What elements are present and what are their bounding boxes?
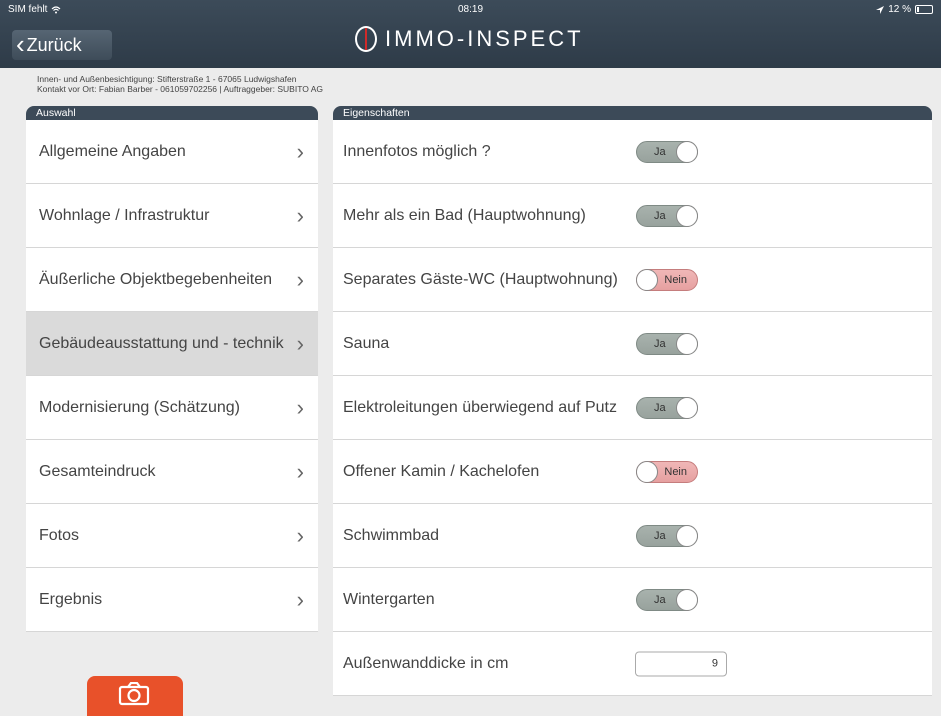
menu-item-gebaeudeausstattung[interactable]: Gebäudeausstattung und - technik › bbox=[26, 312, 318, 376]
toggle-value: Ja bbox=[654, 593, 666, 606]
toggle-knob bbox=[676, 332, 698, 355]
inspection-address: Innen- und Außenbesichtigung: Stifterstr… bbox=[37, 74, 297, 84]
toggle-knob bbox=[676, 204, 698, 227]
location-arrow-icon bbox=[876, 5, 885, 14]
menu-item-allgemeine-angaben[interactable]: Allgemeine Angaben › bbox=[26, 120, 318, 184]
property-toggle[interactable]: Nein bbox=[636, 460, 698, 483]
menu-item-label: Gebäudeausstattung und - technik bbox=[39, 335, 284, 352]
toggle-knob bbox=[636, 268, 658, 291]
inspection-info: Innen- und Außenbesichtigung: Stifterstr… bbox=[37, 74, 323, 94]
menu-item-wohnlage[interactable]: Wohnlage / Infrastruktur › bbox=[26, 184, 318, 248]
properties-header: Eigenschaften bbox=[333, 106, 932, 120]
property-row: Separates Gäste-WC (Hauptwohnung) Nein bbox=[333, 248, 932, 312]
chevron-right-icon: › bbox=[296, 458, 304, 484]
inspection-contact: Kontakt vor Ort: Fabian Barber - 0610597… bbox=[37, 84, 324, 94]
toggle-value: Ja bbox=[654, 401, 666, 414]
toggle-value: Ja bbox=[654, 337, 666, 350]
property-toggle[interactable]: Ja bbox=[636, 524, 698, 547]
property-label: Mehr als ein Bad (Hauptwohnung) bbox=[343, 207, 586, 224]
toggle-knob bbox=[676, 524, 698, 547]
property-toggle[interactable]: Ja bbox=[636, 588, 698, 611]
menu-item-label: Gesamteindruck bbox=[39, 463, 156, 480]
menu-item-label: Fotos bbox=[39, 527, 80, 544]
menu-item-label: Äußerliche Objektbegebenheiten bbox=[39, 271, 273, 288]
property-label: Außenwanddicke in cm bbox=[343, 655, 509, 672]
toggle-value: Ja bbox=[654, 145, 666, 158]
property-toggle[interactable]: Ja bbox=[636, 332, 698, 355]
selection-list: Allgemeine Angaben › Wohnlage / Infrastr… bbox=[26, 120, 318, 632]
toggle-knob bbox=[636, 460, 658, 483]
property-row: Sauna Ja bbox=[333, 312, 932, 376]
menu-item-label: Allgemeine Angaben bbox=[39, 143, 186, 160]
toggle-value: Ja bbox=[654, 529, 666, 542]
back-label: Zurück bbox=[26, 34, 82, 55]
property-label: Wintergarten bbox=[343, 591, 435, 608]
property-row: Elektroleitungen überwiegend auf Putz Ja bbox=[333, 376, 932, 440]
battery-percentage: 12 % bbox=[888, 4, 911, 15]
property-row: Schwimmbad Ja bbox=[333, 504, 932, 568]
camera-button[interactable] bbox=[87, 676, 183, 716]
property-toggle[interactable]: Ja bbox=[636, 204, 698, 227]
status-time: 08:19 bbox=[457, 4, 484, 15]
app-logo: IMMO-INSPECT bbox=[355, 26, 584, 52]
menu-item-label: Ergebnis bbox=[39, 591, 103, 608]
property-row: Offener Kamin / Kachelofen Nein bbox=[333, 440, 932, 504]
status-battery: 12 % bbox=[876, 4, 933, 15]
toggle-value: Nein bbox=[664, 273, 687, 286]
chevron-right-icon: › bbox=[296, 138, 304, 164]
menu-item-modernisierung[interactable]: Modernisierung (Schätzung) › bbox=[26, 376, 318, 440]
property-row: Innenfotos möglich ? Ja bbox=[333, 120, 932, 184]
chevron-right-icon: › bbox=[296, 586, 304, 612]
toggle-value: Nein bbox=[664, 465, 687, 478]
logo-mark-icon bbox=[355, 26, 377, 52]
chevron-left-icon: ‹ bbox=[16, 28, 25, 59]
menu-item-fotos[interactable]: Fotos › bbox=[26, 504, 318, 568]
menu-item-label: Wohnlage / Infrastruktur bbox=[39, 207, 210, 224]
menu-item-ergebnis[interactable]: Ergebnis › bbox=[26, 568, 318, 632]
menu-item-label: Modernisierung (Schätzung) bbox=[39, 399, 240, 416]
property-label: Offener Kamin / Kachelofen bbox=[343, 463, 540, 480]
property-label: Separates Gäste-WC (Hauptwohnung) bbox=[343, 271, 618, 288]
toggle-knob bbox=[676, 588, 698, 611]
chevron-right-icon: › bbox=[296, 330, 304, 356]
app-title: IMMO-INSPECT bbox=[385, 26, 584, 51]
property-row: Wintergarten Ja bbox=[333, 568, 932, 632]
chevron-right-icon: › bbox=[296, 522, 304, 548]
toggle-knob bbox=[676, 396, 698, 419]
navigation-bar: SIM fehlt 08:19 12 % ‹ Zurück IMMO-INSPE… bbox=[0, 0, 941, 68]
property-label: Innenfotos möglich ? bbox=[343, 143, 491, 160]
camera-icon bbox=[118, 682, 150, 706]
chevron-right-icon: › bbox=[296, 202, 304, 228]
property-row: Mehr als ein Bad (Hauptwohnung) Ja bbox=[333, 184, 932, 248]
chevron-right-icon: › bbox=[296, 394, 304, 420]
property-label: Sauna bbox=[343, 335, 390, 352]
menu-item-objektbegebenheiten[interactable]: Äußerliche Objektbegebenheiten › bbox=[26, 248, 318, 312]
menu-item-gesamteindruck[interactable]: Gesamteindruck › bbox=[26, 440, 318, 504]
property-toggle[interactable]: Ja bbox=[636, 396, 698, 419]
selection-header: Auswahl bbox=[26, 106, 318, 120]
property-toggle[interactable]: Ja bbox=[636, 140, 698, 163]
back-button[interactable]: ‹ Zurück bbox=[12, 30, 112, 60]
toggle-knob bbox=[676, 140, 698, 163]
property-toggle[interactable]: Nein bbox=[636, 268, 698, 291]
chevron-right-icon: › bbox=[296, 266, 304, 292]
property-label: Elektroleitungen überwiegend auf Putz bbox=[343, 399, 617, 416]
property-label: Schwimmbad bbox=[343, 527, 440, 544]
toggle-value: Ja bbox=[654, 209, 666, 222]
wall-thickness-input[interactable]: 9 bbox=[635, 651, 727, 676]
properties-list: Innenfotos möglich ? Ja Mehr als ein Bad… bbox=[333, 120, 932, 696]
battery-icon bbox=[915, 5, 933, 14]
property-row: Außenwanddicke in cm 9 bbox=[333, 632, 932, 696]
